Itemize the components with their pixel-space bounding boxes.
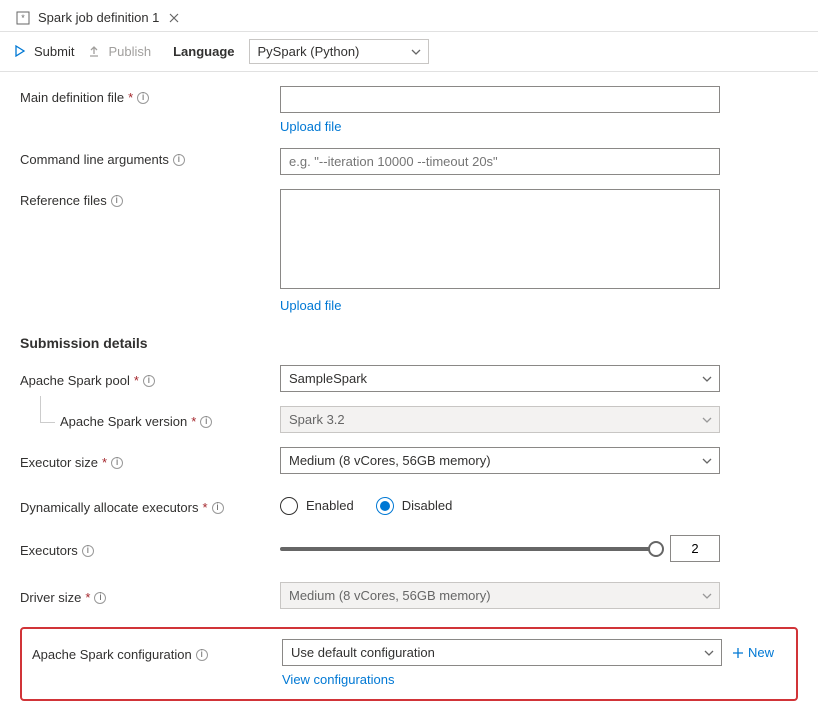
view-configurations-link[interactable]: View configurations — [282, 672, 395, 687]
svg-text:*: * — [21, 13, 25, 23]
label-main-definition-file: Main definition file * i — [20, 86, 280, 105]
upload-file-link-ref[interactable]: Upload file — [280, 298, 341, 313]
language-value: PySpark (Python) — [258, 44, 360, 59]
label-executor-size: Executor size * i — [20, 451, 280, 470]
executors-value-input[interactable] — [670, 535, 720, 562]
info-icon[interactable]: i — [137, 92, 149, 104]
row-main-definition-file: Main definition file * i Upload file — [20, 86, 798, 134]
new-configuration-button[interactable]: New — [732, 645, 774, 660]
required-indicator: * — [128, 90, 133, 105]
executor-size-select[interactable]: Medium (8 vCores, 56GB memory) — [280, 447, 720, 474]
info-icon[interactable]: i — [94, 592, 106, 604]
info-icon[interactable]: i — [111, 195, 123, 207]
label-spark-version: Apache Spark version * i — [20, 410, 280, 429]
required-indicator: * — [202, 500, 207, 515]
upload-file-link-main[interactable]: Upload file — [280, 119, 341, 134]
spark-job-icon: * — [16, 11, 30, 25]
tab-close-button[interactable] — [167, 11, 181, 25]
command-line-arguments-input[interactable] — [280, 148, 720, 175]
radio-enabled[interactable]: Enabled — [280, 497, 354, 515]
info-icon[interactable]: i — [143, 375, 155, 387]
row-spark-pool: Apache Spark pool * i SampleSpark — [20, 365, 798, 392]
info-icon[interactable]: i — [200, 416, 212, 428]
label-spark-configuration: Apache Spark configuration i — [32, 643, 282, 662]
info-icon[interactable]: i — [212, 502, 224, 514]
submission-details-heading: Submission details — [20, 335, 798, 351]
play-icon — [14, 45, 28, 59]
required-indicator: * — [102, 455, 107, 470]
publish-label: Publish — [108, 44, 151, 59]
main-definition-file-input[interactable] — [280, 86, 720, 113]
driver-size-select: Medium (8 vCores, 56GB memory) — [280, 582, 720, 609]
row-spark-configuration: Apache Spark configuration i Use default… — [32, 639, 786, 666]
tab-title: Spark job definition 1 — [38, 10, 159, 25]
label-executors: Executors i — [20, 539, 280, 558]
submit-button[interactable]: Submit — [14, 44, 74, 59]
info-icon[interactable]: i — [82, 545, 94, 557]
label-command-line-arguments: Command line arguments i — [20, 148, 280, 167]
required-indicator: * — [134, 373, 139, 388]
upload-icon — [88, 45, 102, 59]
spark-version-select: Spark 3.2 — [280, 406, 720, 433]
spark-configuration-highlight: Apache Spark configuration i Use default… — [20, 627, 798, 701]
row-spark-version: Apache Spark version * i Spark 3.2 — [20, 406, 798, 433]
tab-bar: * Spark job definition 1 — [0, 0, 818, 32]
label-spark-pool: Apache Spark pool * i — [20, 369, 280, 388]
row-command-line-arguments: Command line arguments i — [20, 148, 798, 175]
label-reference-files: Reference files i — [20, 189, 280, 208]
dynamic-allocate-radio-group: Enabled Disabled — [280, 497, 720, 515]
row-executors: Executors i — [20, 535, 798, 562]
reference-files-input[interactable] — [280, 189, 720, 289]
slider-thumb[interactable] — [648, 541, 664, 557]
required-indicator: * — [191, 414, 196, 429]
row-executor-size: Executor size * i Medium (8 vCores, 56GB… — [20, 447, 798, 474]
required-indicator: * — [85, 590, 90, 605]
toolbar: Submit Publish Language PySpark (Python) — [0, 32, 818, 72]
publish-button[interactable]: Publish — [88, 44, 151, 59]
radio-disabled[interactable]: Disabled — [376, 497, 453, 515]
info-icon[interactable]: i — [196, 649, 208, 661]
label-driver-size: Driver size * i — [20, 586, 280, 605]
row-dynamic-allocate: Dynamically allocate executors * i Enabl… — [20, 496, 798, 515]
row-reference-files: Reference files i Upload file — [20, 189, 798, 313]
spark-pool-select[interactable]: SampleSpark — [280, 365, 720, 392]
content-area: Main definition file * i Upload file Com… — [0, 86, 818, 711]
row-driver-size: Driver size * i Medium (8 vCores, 56GB m… — [20, 582, 798, 609]
submit-label: Submit — [34, 44, 74, 59]
language-label: Language — [173, 44, 234, 59]
language-select[interactable]: PySpark (Python) — [249, 39, 429, 64]
info-icon[interactable]: i — [111, 457, 123, 469]
spark-configuration-select[interactable]: Use default configuration — [282, 639, 722, 666]
info-icon[interactable]: i — [173, 154, 185, 166]
plus-icon — [732, 647, 744, 659]
label-dynamic-allocate: Dynamically allocate executors * i — [20, 496, 280, 515]
tab-spark-job-definition[interactable]: * Spark job definition 1 — [10, 6, 187, 31]
executors-slider[interactable] — [280, 547, 656, 551]
